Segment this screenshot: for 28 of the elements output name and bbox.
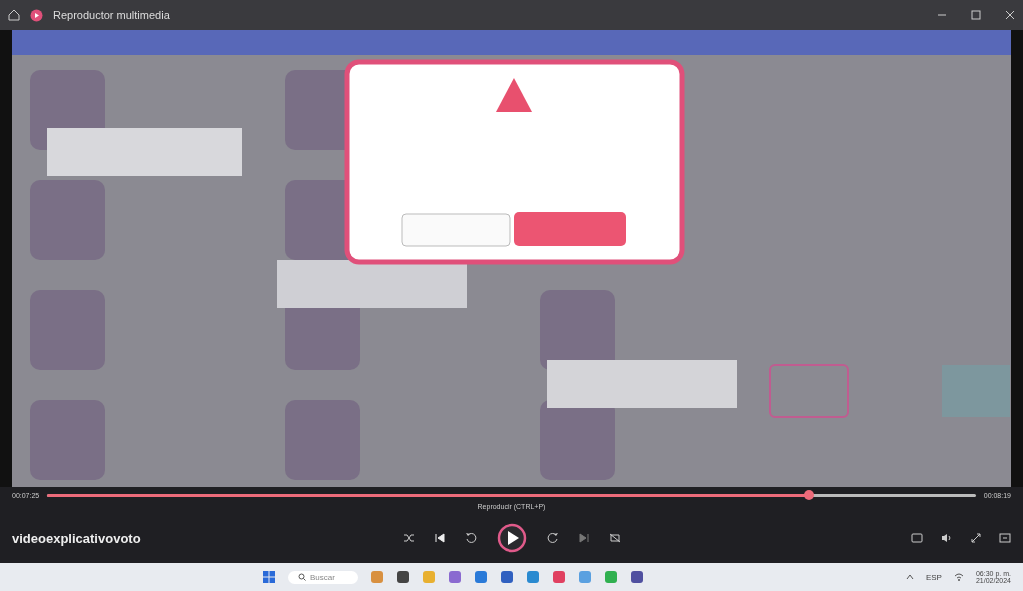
home-icon[interactable] <box>8 9 20 21</box>
media-title: videoexplicativovoto <box>12 530 142 546</box>
forward-icon[interactable] <box>546 532 559 544</box>
app-icon[interactable] <box>395 570 410 584</box>
app-icon[interactable] <box>629 570 644 584</box>
search-field[interactable]: Buscar <box>287 570 358 584</box>
previous-icon[interactable] <box>434 533 445 543</box>
shuffle-icon[interactable] <box>402 533 415 543</box>
window-title: Reproductor multimedia <box>53 9 170 21</box>
language-indicator[interactable]: ESP <box>925 572 942 582</box>
fullscreen-icon[interactable] <box>971 533 981 543</box>
chevron-icon[interactable] <box>905 573 914 581</box>
app-icon[interactable] <box>551 570 566 584</box>
app-icon <box>30 8 43 22</box>
slider-handle[interactable] <box>803 489 814 500</box>
app-icon[interactable] <box>447 570 462 584</box>
start-icon[interactable] <box>261 570 276 584</box>
miniplayer-icon[interactable] <box>911 533 923 543</box>
app-icon[interactable] <box>473 570 488 584</box>
close-icon[interactable] <box>1005 10 1015 20</box>
volume-icon[interactable] <box>941 533 953 543</box>
play-icon[interactable] <box>496 523 527 553</box>
next-icon[interactable] <box>578 533 589 543</box>
wifi-icon[interactable] <box>953 573 964 581</box>
rewind-icon[interactable] <box>464 532 477 544</box>
search-icon <box>297 573 306 581</box>
app-icon[interactable] <box>499 570 514 584</box>
maximize-icon[interactable] <box>971 10 981 20</box>
